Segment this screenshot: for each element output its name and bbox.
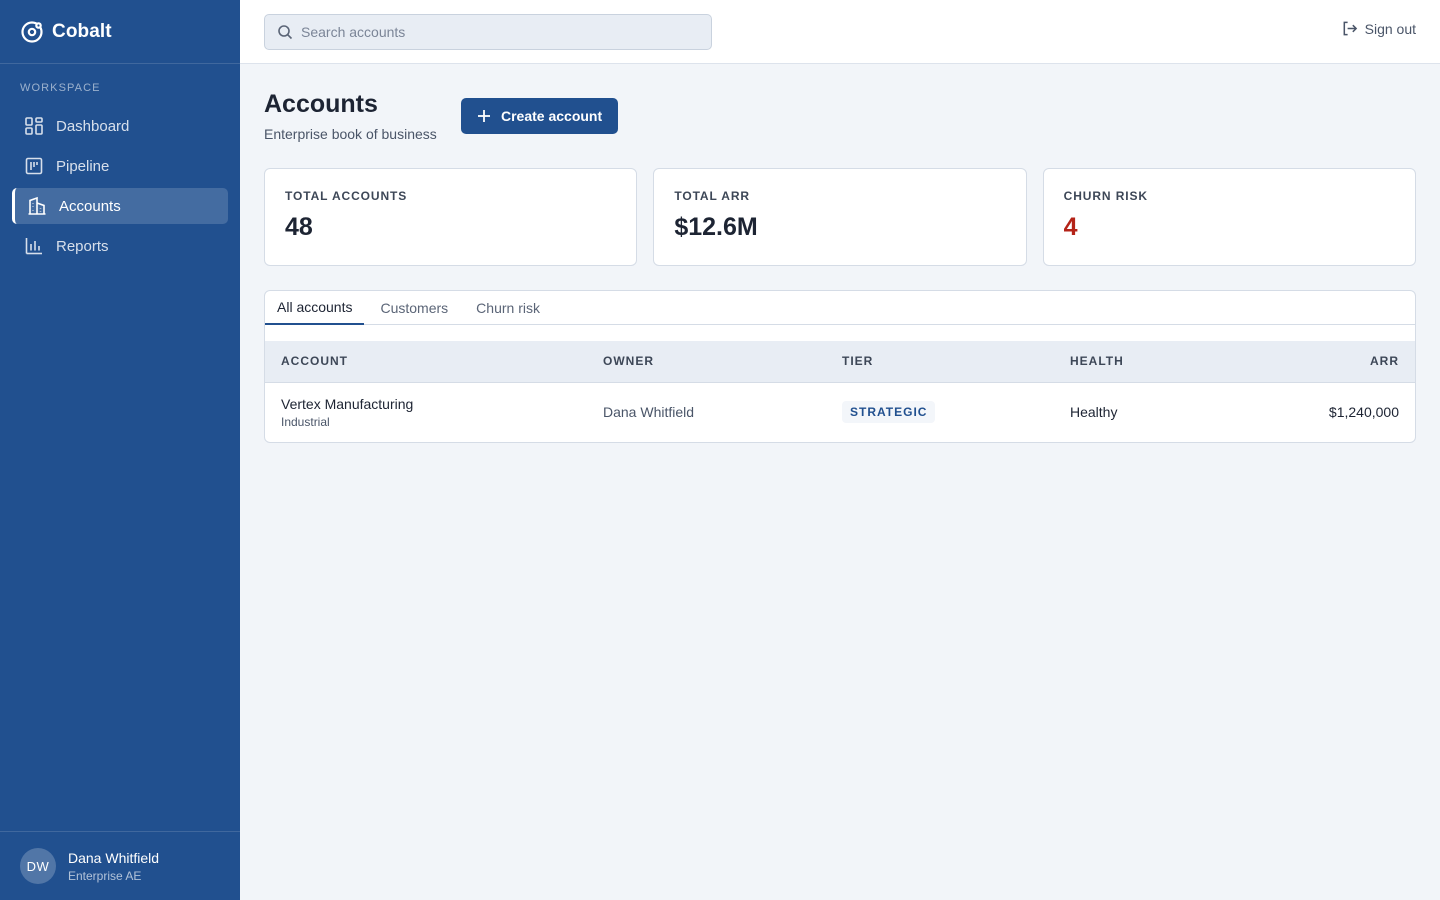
- sign-out-label: Sign out: [1364, 20, 1416, 37]
- stat-value: $12.6M: [674, 213, 758, 241]
- sidebar: Cobalt WORKSPACE Dashboard Pipeline Acco…: [0, 0, 240, 900]
- cell-tier: STRATEGIC: [826, 382, 1054, 442]
- brand[interactable]: Cobalt: [0, 0, 240, 64]
- avatar: DW: [20, 848, 56, 884]
- cell-account: Vertex Manufacturing Industrial: [265, 382, 587, 442]
- table-header-row: ACCOUNT OWNER TIER HEALTH ARR: [265, 341, 1415, 383]
- search-icon: [278, 25, 293, 40]
- tab-bar: All accounts Customers Churn risk: [265, 291, 1415, 325]
- cell-health: Healthy: [1070, 404, 1118, 421]
- sidebar-item-label: Dashboard: [56, 117, 130, 135]
- cell-owner: Dana Whitfield: [603, 404, 695, 421]
- stat-label: TOTAL ACCOUNTS: [285, 189, 408, 203]
- sign-out-button[interactable]: Sign out: [1341, 20, 1416, 37]
- create-account-button[interactable]: Create account: [461, 98, 619, 134]
- pipeline-icon: [25, 157, 43, 175]
- plus-icon: [478, 110, 490, 122]
- building-icon: [28, 196, 46, 215]
- user-profile[interactable]: DW Dana Whitfield Enterprise AE: [0, 831, 240, 900]
- app-name: Cobalt: [52, 20, 112, 42]
- main-content: Accounts Enterprise book of business Cre…: [264, 64, 1416, 443]
- tab-customers[interactable]: Customers: [368, 291, 460, 325]
- stat-card-churn-risk: CHURN RISK 4: [1042, 168, 1416, 266]
- page-header: Accounts Enterprise book of business Cre…: [264, 64, 1416, 168]
- column-header-account[interactable]: ACCOUNT: [265, 341, 587, 383]
- accounts-table: ACCOUNT OWNER TIER HEALTH ARR Vertex Man…: [265, 341, 1415, 442]
- sidebar-item-reports[interactable]: Reports: [12, 228, 228, 264]
- user-name: Dana Whitfield: [68, 849, 160, 866]
- stat-card-total-arr: TOTAL ARR $12.6M: [653, 168, 1027, 266]
- sidebar-nav: Dashboard Pipeline Accounts Reports: [0, 106, 240, 264]
- stat-label: TOTAL ARR: [674, 189, 750, 203]
- dashboard-icon: [25, 117, 43, 135]
- sidebar-item-label: Pipeline: [56, 157, 110, 175]
- create-account-label: Create account: [501, 108, 603, 124]
- tier-badge: STRATEGIC: [842, 401, 936, 424]
- cell-arr: $1,240,000: [1328, 404, 1399, 421]
- page-subtitle: Enterprise book of business: [264, 126, 437, 142]
- stat-label: CHURN RISK: [1063, 189, 1148, 203]
- sidebar-item-dashboard[interactable]: Dashboard: [12, 108, 228, 144]
- sidebar-item-label: Accounts: [59, 197, 121, 215]
- column-header-arr[interactable]: ARR: [1254, 341, 1415, 383]
- stat-value: 48: [285, 213, 313, 241]
- tab-all-accounts[interactable]: All accounts: [265, 291, 365, 325]
- cobalt-logo-icon: [21, 20, 43, 43]
- search-box[interactable]: [264, 14, 712, 50]
- sidebar-item-pipeline[interactable]: Pipeline: [12, 148, 228, 184]
- account-sector: Industrial: [281, 414, 330, 429]
- sidebar-item-accounts[interactable]: Accounts: [12, 188, 228, 224]
- bar-chart-icon: [25, 238, 42, 255]
- stats-row: TOTAL ACCOUNTS 48 TOTAL ARR $12.6M CHURN…: [264, 168, 1416, 266]
- column-header-owner[interactable]: OWNER: [587, 341, 826, 383]
- topbar: Sign out: [240, 0, 1440, 64]
- page-title: Accounts: [264, 90, 378, 118]
- table-row[interactable]: Vertex Manufacturing Industrial Dana Whi…: [265, 382, 1415, 442]
- accounts-table-card: All accounts Customers Churn risk ACCOUN…: [264, 290, 1416, 443]
- sign-out-icon: [1343, 21, 1357, 36]
- user-role: Enterprise AE: [68, 868, 142, 883]
- account-name[interactable]: Vertex Manufacturing: [281, 396, 571, 412]
- search-input[interactable]: [301, 24, 701, 40]
- tab-churn-risk[interactable]: Churn risk: [464, 291, 552, 325]
- stat-card-total-accounts: TOTAL ACCOUNTS 48: [264, 168, 638, 266]
- column-header-tier[interactable]: TIER: [826, 341, 1054, 383]
- stat-value: 4: [1063, 213, 1078, 241]
- sidebar-item-label: Reports: [56, 237, 109, 255]
- column-header-health[interactable]: HEALTH: [1054, 341, 1254, 383]
- section-label-workspace: WORKSPACE: [20, 82, 101, 94]
